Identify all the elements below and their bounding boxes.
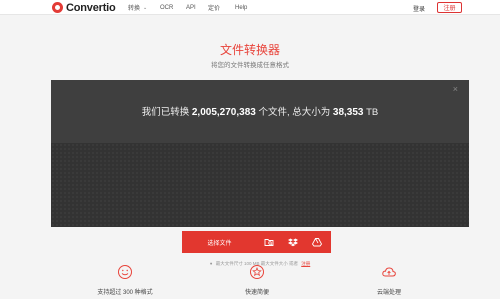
feature-formats-label: 支持超过 300 种格式 — [97, 290, 153, 296]
stats-unit: TB — [366, 107, 379, 118]
conversion-stats: 我们已转换 2,005,270,383 个文件, 总大小为 38,353 TB — [51, 104, 469, 118]
brand-logo[interactable]: Convertio — [52, 1, 116, 14]
nav-item-ocr[interactable]: OCR — [160, 3, 186, 12]
login-link[interactable]: 登录 — [413, 4, 425, 13]
nav-item-ocr-label: OCR — [160, 4, 174, 11]
nav-item-api[interactable]: API — [186, 3, 208, 12]
stats-area: × 我们已转换 2,005,270,383 个文件, 总大小为 38,353 T… — [51, 80, 469, 143]
smile-icon — [118, 265, 132, 279]
stats-total-size: 38,353 — [332, 107, 364, 118]
nav-item-pricing[interactable]: 定价 — [208, 3, 235, 12]
nav-item-help[interactable]: Help — [235, 3, 255, 12]
feature-formats: 支持超过 300 种格式 — [70, 264, 180, 296]
convertio-logo-icon — [52, 2, 63, 13]
nav-item-help-label: Help — [235, 4, 248, 11]
converter-panel: × 我们已转换 2,005,270,383 个文件, 总大小为 38,353 T… — [51, 80, 469, 266]
main-nav: 转换 ⌄ OCR API 定价 Help — [128, 3, 255, 13]
stats-prefix: 我们已转换 — [141, 107, 190, 118]
signup-button[interactable]: 注册 — [437, 2, 462, 13]
brand-name: Convertio — [66, 1, 116, 14]
nav-item-convert[interactable]: 转换 ⌄ — [128, 3, 160, 13]
folder-search-icon[interactable] — [257, 231, 281, 253]
top-navbar: Convertio 转换 ⌄ OCR API 定价 Help 登录 注册 — [0, 0, 500, 15]
choose-files-button[interactable]: 选择文件 — [182, 231, 257, 253]
page-title: 文件转换器 — [219, 43, 280, 57]
dropbox-icon[interactable] — [281, 231, 305, 253]
star-icon — [250, 265, 264, 279]
google-drive-icon[interactable] — [305, 231, 329, 253]
nav-item-convert-label: 转换 — [128, 6, 141, 12]
upload-area: 选择文件 ● 最大文件尺寸 100 MB 最大文件大小 或者 注册 — [51, 143, 469, 266]
close-icon[interactable]: × — [453, 84, 458, 94]
nav-item-api-label: API — [186, 4, 196, 11]
upload-bar: 选择文件 — [182, 231, 331, 253]
feature-cloud: 云端处理 — [334, 264, 444, 296]
chevron-down-icon: ⌄ — [143, 4, 148, 11]
feature-fast: 快速简便 — [202, 264, 312, 296]
cloud-icon — [382, 267, 396, 277]
feature-cloud-label: 云端处理 — [376, 290, 401, 296]
stats-files-count: 2,005,270,383 — [191, 107, 256, 118]
page-subtitle: 将您的文件转换成任意格式 — [211, 62, 289, 69]
stats-middle: 个文件, 总大小为 — [258, 107, 331, 118]
nav-item-pricing-label: 定价 — [208, 6, 221, 12]
feature-fast-label: 快速简便 — [244, 290, 269, 296]
